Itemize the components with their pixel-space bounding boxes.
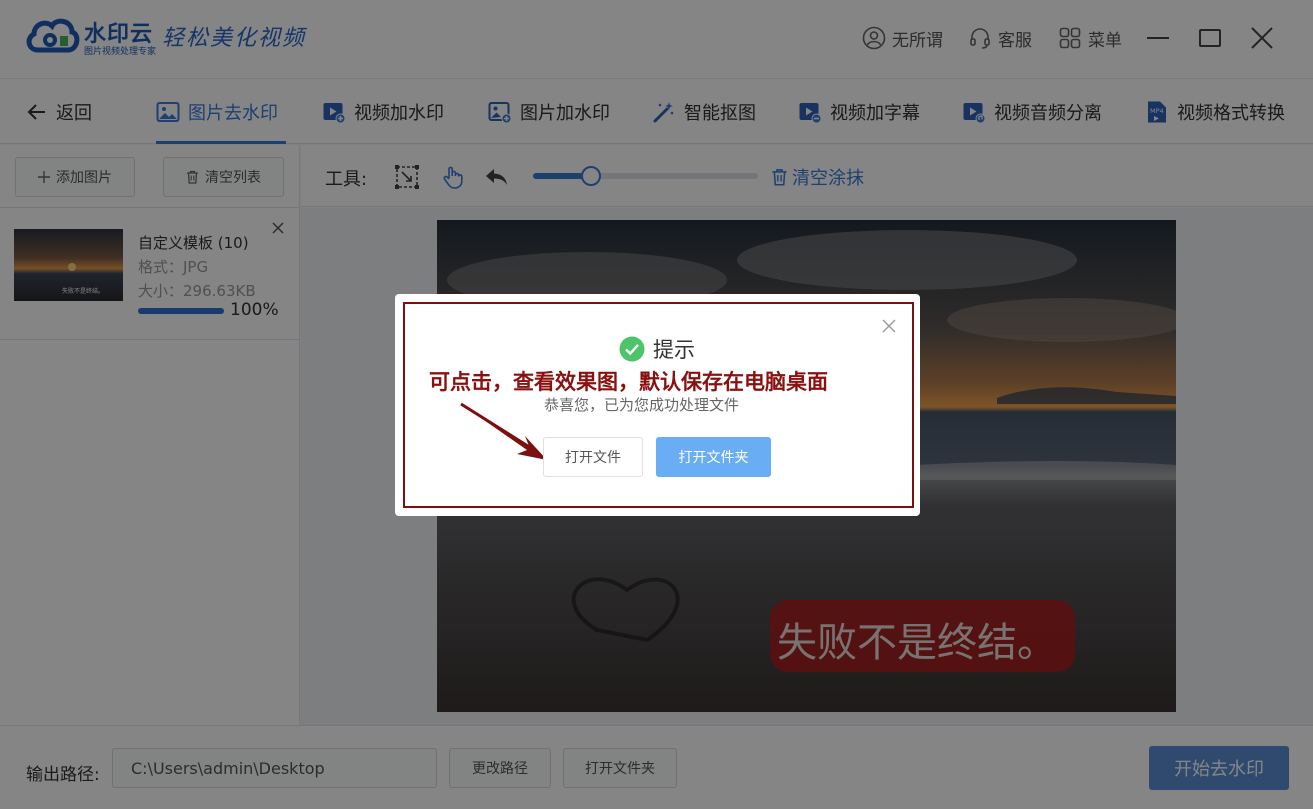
- open-file-button[interactable]: 打开文件: [543, 437, 643, 477]
- annotation-text: 可点击，查看效果图，默认保存在电脑桌面: [429, 370, 828, 394]
- dialog-title: 提示: [619, 334, 695, 364]
- dialog-message: 恭喜您，已为您成功处理文件: [544, 396, 740, 414]
- annotation-arrow-icon: [460, 402, 547, 460]
- dialog-open-folder-button[interactable]: 打开文件夹: [656, 437, 771, 477]
- dialog-close-icon[interactable]: [882, 319, 896, 333]
- check-circle-icon: [619, 336, 645, 362]
- dialog-title-text: 提示: [653, 338, 695, 362]
- success-dialog: 提示 可点击，查看效果图，默认保存在电脑桌面 恭喜您，已为您成功处理文件 打开文…: [395, 294, 920, 516]
